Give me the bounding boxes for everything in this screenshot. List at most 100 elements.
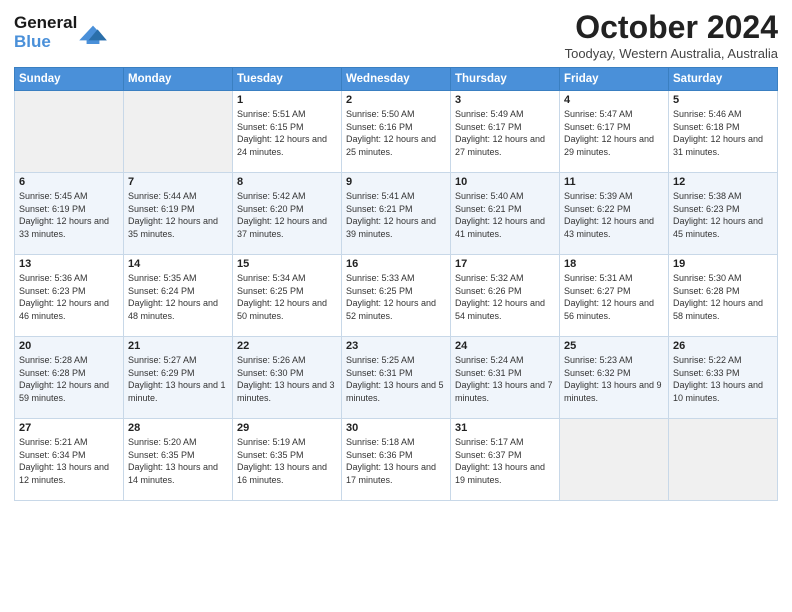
col-header-monday: Monday <box>124 68 233 91</box>
calendar-cell: 3 Sunrise: 5:49 AM Sunset: 6:17 PM Daylig… <box>451 91 560 173</box>
calendar-cell <box>560 419 669 501</box>
day-info: Sunrise: 5:49 AM Sunset: 6:17 PM Dayligh… <box>455 108 555 158</box>
calendar-cell: 15 Sunrise: 5:34 AM Sunset: 6:25 PM Dayli… <box>233 255 342 337</box>
day-number: 24 <box>455 340 555 352</box>
day-number: 9 <box>346 176 446 188</box>
day-number: 8 <box>237 176 337 188</box>
calendar-cell: 8Sunrise: 5:42 AM Sunset: 6:20 PM Daylig… <box>233 173 342 255</box>
day-number: 5 <box>673 94 773 106</box>
day-info: Sunrise: 5:25 AM Sunset: 6:31 PM Dayligh… <box>346 354 446 404</box>
calendar-cell: 5 Sunrise: 5:46 AM Sunset: 6:18 PM Daylig… <box>669 91 778 173</box>
day-number: 13 <box>19 258 119 270</box>
calendar-cell: 19Sunrise: 5:30 AM Sunset: 6:28 PM Dayli… <box>669 255 778 337</box>
calendar-cell: 26 Sunrise: 5:22 AM Sunset: 6:33 PM Dayli… <box>669 337 778 419</box>
day-number: 3 <box>455 94 555 106</box>
day-number: 2 <box>346 94 446 106</box>
day-info: Sunrise: 5:26 AM Sunset: 6:30 PM Dayligh… <box>237 354 337 404</box>
subtitle: Toodyay, Western Australia, Australia <box>565 46 778 61</box>
calendar-cell <box>15 91 124 173</box>
day-number: 31 <box>455 422 555 434</box>
day-number: 30 <box>346 422 446 434</box>
day-info: Sunrise: 5:24 AM Sunset: 6:31 PM Dayligh… <box>455 354 555 404</box>
day-info: Sunrise: 5:23 AM Sunset: 6:32 PM Dayligh… <box>564 354 664 404</box>
calendar-cell: 13Sunrise: 5:36 AM Sunset: 6:23 PM Dayli… <box>15 255 124 337</box>
day-info: Sunrise: 5:32 AM Sunset: 6:26 PM Dayligh… <box>455 272 555 322</box>
day-info: Sunrise: 5:33 AM Sunset: 6:25 PM Dayligh… <box>346 272 446 322</box>
calendar: SundayMondayTuesdayWednesdayThursdayFrid… <box>14 67 778 501</box>
day-info: Sunrise: 5:17 AM Sunset: 6:37 PM Dayligh… <box>455 436 555 486</box>
header: GeneralBlue October 2024 Toodyay, Wester… <box>14 10 778 61</box>
calendar-cell: 30 Sunrise: 5:18 AM Sunset: 6:36 PM Dayli… <box>342 419 451 501</box>
day-info: Sunrise: 5:22 AM Sunset: 6:33 PM Dayligh… <box>673 354 773 404</box>
col-header-wednesday: Wednesday <box>342 68 451 91</box>
day-number: 20 <box>19 340 119 352</box>
day-info: Sunrise: 5:18 AM Sunset: 6:36 PM Dayligh… <box>346 436 446 486</box>
day-info: Sunrise: 5:21 AM Sunset: 6:34 PM Dayligh… <box>19 436 119 486</box>
day-info: Sunrise: 5:20 AM Sunset: 6:35 PM Dayligh… <box>128 436 228 486</box>
calendar-cell: 27 Sunrise: 5:21 AM Sunset: 6:34 PM Dayli… <box>15 419 124 501</box>
day-number: 12 <box>673 176 773 188</box>
col-header-sunday: Sunday <box>15 68 124 91</box>
day-info: Sunrise: 5:45 AM Sunset: 6:19 PM Dayligh… <box>19 190 119 240</box>
day-number: 23 <box>346 340 446 352</box>
calendar-cell: 17 Sunrise: 5:32 AM Sunset: 6:26 PM Dayli… <box>451 255 560 337</box>
day-info: Sunrise: 5:28 AM Sunset: 6:28 PM Dayligh… <box>19 354 119 404</box>
calendar-cell: 29 Sunrise: 5:19 AM Sunset: 6:35 PM Dayli… <box>233 419 342 501</box>
day-number: 26 <box>673 340 773 352</box>
day-info: Sunrise: 5:41 AM Sunset: 6:21 PM Dayligh… <box>346 190 446 240</box>
day-info: Sunrise: 5:38 AM Sunset: 6:23 PM Dayligh… <box>673 190 773 240</box>
day-number: 25 <box>564 340 664 352</box>
day-info: Sunrise: 5:47 AM Sunset: 6:17 PM Dayligh… <box>564 108 664 158</box>
logo-icon <box>79 22 107 44</box>
calendar-cell: 24 Sunrise: 5:24 AM Sunset: 6:31 PM Dayli… <box>451 337 560 419</box>
calendar-cell: 16 Sunrise: 5:33 AM Sunset: 6:25 PM Dayli… <box>342 255 451 337</box>
month-title: October 2024 <box>565 10 778 45</box>
col-header-saturday: Saturday <box>669 68 778 91</box>
day-info: Sunrise: 5:19 AM Sunset: 6:35 PM Dayligh… <box>237 436 337 486</box>
day-info: Sunrise: 5:35 AM Sunset: 6:24 PM Dayligh… <box>128 272 228 322</box>
day-number: 15 <box>237 258 337 270</box>
col-header-tuesday: Tuesday <box>233 68 342 91</box>
day-number: 10 <box>455 176 555 188</box>
day-info: Sunrise: 5:39 AM Sunset: 6:22 PM Dayligh… <box>564 190 664 240</box>
day-number: 22 <box>237 340 337 352</box>
day-info: Sunrise: 5:34 AM Sunset: 6:25 PM Dayligh… <box>237 272 337 322</box>
day-number: 28 <box>128 422 228 434</box>
calendar-cell: 11 Sunrise: 5:39 AM Sunset: 6:22 PM Dayli… <box>560 173 669 255</box>
day-number: 16 <box>346 258 446 270</box>
calendar-cell: 23 Sunrise: 5:25 AM Sunset: 6:31 PM Dayli… <box>342 337 451 419</box>
calendar-cell: 20 Sunrise: 5:28 AM Sunset: 6:28 PM Dayli… <box>15 337 124 419</box>
logo: GeneralBlue <box>14 14 107 51</box>
logo-text: GeneralBlue <box>14 14 77 51</box>
calendar-cell: 9 Sunrise: 5:41 AM Sunset: 6:21 PM Daylig… <box>342 173 451 255</box>
day-number: 21 <box>128 340 228 352</box>
day-number: 18 <box>564 258 664 270</box>
calendar-cell: 21 Sunrise: 5:27 AM Sunset: 6:29 PM Dayli… <box>124 337 233 419</box>
calendar-cell: 28 Sunrise: 5:20 AM Sunset: 6:35 PM Dayli… <box>124 419 233 501</box>
calendar-cell: 4 Sunrise: 5:47 AM Sunset: 6:17 PM Daylig… <box>560 91 669 173</box>
day-number: 14 <box>128 258 228 270</box>
day-number: 27 <box>19 422 119 434</box>
title-block: October 2024 Toodyay, Western Australia,… <box>565 10 778 61</box>
day-number: 17 <box>455 258 555 270</box>
calendar-cell: 7Sunrise: 5:44 AM Sunset: 6:19 PM Daylig… <box>124 173 233 255</box>
day-number: 4 <box>564 94 664 106</box>
calendar-cell <box>669 419 778 501</box>
calendar-cell: 12 Sunrise: 5:38 AM Sunset: 6:23 PM Dayli… <box>669 173 778 255</box>
day-number: 1 <box>237 94 337 106</box>
calendar-cell: 25 Sunrise: 5:23 AM Sunset: 6:32 PM Dayli… <box>560 337 669 419</box>
day-number: 6 <box>19 176 119 188</box>
day-info: Sunrise: 5:27 AM Sunset: 6:29 PM Dayligh… <box>128 354 228 404</box>
day-info: Sunrise: 5:31 AM Sunset: 6:27 PM Dayligh… <box>564 272 664 322</box>
calendar-cell: 18 Sunrise: 5:31 AM Sunset: 6:27 PM Dayli… <box>560 255 669 337</box>
day-number: 11 <box>564 176 664 188</box>
day-info: Sunrise: 5:44 AM Sunset: 6:19 PM Dayligh… <box>128 190 228 240</box>
day-info: Sunrise: 5:46 AM Sunset: 6:18 PM Dayligh… <box>673 108 773 158</box>
day-info: Sunrise: 5:40 AM Sunset: 6:21 PM Dayligh… <box>455 190 555 240</box>
calendar-cell <box>124 91 233 173</box>
day-number: 29 <box>237 422 337 434</box>
calendar-cell: 6 Sunrise: 5:45 AM Sunset: 6:19 PM Daylig… <box>15 173 124 255</box>
calendar-cell: 31 Sunrise: 5:17 AM Sunset: 6:37 PM Dayli… <box>451 419 560 501</box>
day-info: Sunrise: 5:30 AM Sunset: 6:28 PM Dayligh… <box>673 272 773 322</box>
day-info: Sunrise: 5:51 AM Sunset: 6:15 PM Dayligh… <box>237 108 337 158</box>
